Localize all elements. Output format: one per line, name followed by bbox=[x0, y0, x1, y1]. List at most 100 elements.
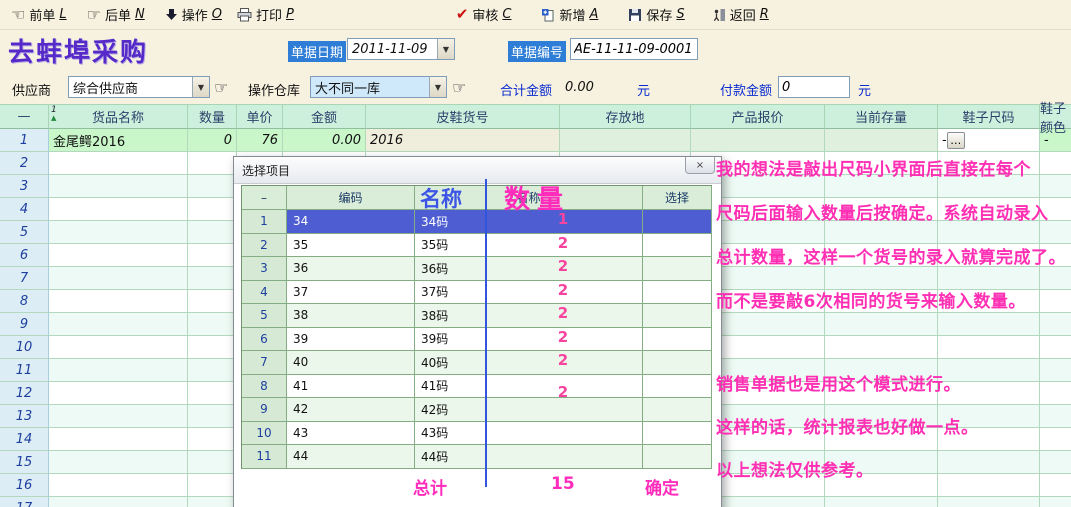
cell[interactable] bbox=[938, 244, 1040, 267]
cell[interactable] bbox=[49, 405, 188, 428]
dialog-column-header-2[interactable]: 名称 bbox=[415, 186, 643, 210]
dialog-cell-select[interactable] bbox=[643, 398, 712, 422]
dialog-row[interactable]: 94242码 bbox=[242, 398, 712, 422]
dialog-row[interactable]: 23535码 bbox=[242, 234, 712, 258]
cell[interactable] bbox=[938, 497, 1040, 507]
cell[interactable] bbox=[1040, 152, 1071, 175]
toolbar-button-down-arrow[interactable]: 操作O bbox=[162, 3, 225, 26]
cell[interactable] bbox=[825, 244, 938, 267]
cell[interactable] bbox=[188, 451, 237, 474]
dialog-row[interactable]: 74040码 bbox=[242, 351, 712, 375]
cell[interactable] bbox=[188, 244, 237, 267]
cell[interactable] bbox=[188, 198, 237, 221]
cell[interactable] bbox=[938, 152, 1040, 175]
dialog-row[interactable]: 104343码 bbox=[242, 422, 712, 446]
cell[interactable] bbox=[825, 267, 938, 290]
toolbar-button-return[interactable]: 返回R bbox=[709, 3, 772, 26]
cell[interactable] bbox=[1040, 451, 1071, 474]
cell[interactable] bbox=[825, 290, 938, 313]
column-header-4[interactable]: 金额 bbox=[283, 104, 366, 129]
dialog-cell-name[interactable]: 35码 bbox=[415, 234, 643, 258]
dialog-cell-code[interactable]: 38 bbox=[287, 304, 415, 328]
cell[interactable] bbox=[1040, 359, 1071, 382]
cell[interactable] bbox=[938, 405, 1040, 428]
dropdown-arrow-icon[interactable]: ▼ bbox=[429, 77, 446, 97]
dialog-cell-select[interactable] bbox=[643, 234, 712, 258]
dialog-cell-code[interactable]: 37 bbox=[287, 281, 415, 305]
cell[interactable] bbox=[825, 198, 938, 221]
cell[interactable] bbox=[1040, 267, 1071, 290]
cell-item-number[interactable]: 2016 bbox=[366, 129, 560, 152]
cell[interactable] bbox=[825, 497, 938, 507]
cell-amount[interactable]: 0.00 bbox=[283, 129, 366, 152]
cell[interactable] bbox=[825, 129, 938, 152]
dialog-titlebar[interactable]: 选择项目 bbox=[234, 157, 721, 184]
cell[interactable] bbox=[1040, 175, 1071, 198]
cell[interactable] bbox=[1040, 497, 1071, 507]
cell[interactable] bbox=[188, 428, 237, 451]
column-header-3[interactable]: 单价 bbox=[237, 104, 283, 129]
cell[interactable] bbox=[49, 290, 188, 313]
dialog-cell-name[interactable]: 38码 bbox=[415, 304, 643, 328]
cell-quantity[interactable]: 0 bbox=[188, 129, 237, 152]
cell[interactable] bbox=[188, 474, 237, 497]
dialog-cell-select[interactable] bbox=[643, 210, 712, 234]
cell[interactable] bbox=[825, 474, 938, 497]
dialog-cell-name[interactable]: 37码 bbox=[415, 281, 643, 305]
cell[interactable] bbox=[938, 267, 1040, 290]
cell[interactable] bbox=[825, 451, 938, 474]
column-header-2[interactable]: 数量 bbox=[188, 104, 237, 129]
cell[interactable] bbox=[938, 198, 1040, 221]
cell[interactable] bbox=[938, 175, 1040, 198]
cell[interactable] bbox=[188, 175, 237, 198]
dropdown-arrow-icon[interactable]: ▼ bbox=[437, 39, 454, 59]
dialog-cell-select[interactable] bbox=[643, 445, 712, 469]
cell[interactable] bbox=[1040, 405, 1071, 428]
cell[interactable] bbox=[188, 267, 237, 290]
toolbar-button-new-doc[interactable]: 新增A bbox=[538, 3, 601, 26]
supplier-combobox[interactable]: 综合供应商 ▼ bbox=[68, 76, 210, 98]
cell-unit-price[interactable]: 76 bbox=[237, 129, 283, 152]
dialog-cell-select[interactable] bbox=[643, 375, 712, 399]
cell[interactable] bbox=[825, 336, 938, 359]
dialog-cell-select[interactable] bbox=[643, 281, 712, 305]
cell[interactable] bbox=[49, 198, 188, 221]
dialog-cell-name[interactable]: 40码 bbox=[415, 351, 643, 375]
cell[interactable] bbox=[49, 313, 188, 336]
column-header-7[interactable]: 产品报价 bbox=[691, 104, 825, 129]
toolbar-button-hand-right[interactable]: ☞后单N bbox=[84, 3, 148, 26]
toolbar-button-printer[interactable]: 打印P bbox=[234, 3, 297, 26]
cell[interactable] bbox=[938, 359, 1040, 382]
cell[interactable] bbox=[938, 336, 1040, 359]
cell[interactable] bbox=[49, 244, 188, 267]
column-header-9[interactable]: 鞋子尺码 bbox=[938, 104, 1040, 129]
cell[interactable] bbox=[560, 129, 691, 152]
dialog-cell-code[interactable]: 39 bbox=[287, 328, 415, 352]
column-header-0[interactable]: — bbox=[0, 104, 49, 129]
cell[interactable] bbox=[825, 359, 938, 382]
dialog-cell-select[interactable] bbox=[643, 304, 712, 328]
cell[interactable] bbox=[825, 175, 938, 198]
cell[interactable] bbox=[825, 313, 938, 336]
cell[interactable] bbox=[825, 428, 938, 451]
column-header-5[interactable]: 皮鞋货号 bbox=[366, 104, 560, 129]
dialog-cell-select[interactable] bbox=[643, 257, 712, 281]
cell[interactable] bbox=[1040, 244, 1071, 267]
dialog-cell-code[interactable]: 40 bbox=[287, 351, 415, 375]
cell[interactable] bbox=[49, 497, 188, 507]
cell[interactable] bbox=[49, 267, 188, 290]
cell[interactable] bbox=[1040, 336, 1071, 359]
cell[interactable] bbox=[188, 290, 237, 313]
cell[interactable] bbox=[49, 336, 188, 359]
dialog-cell-code[interactable]: 43 bbox=[287, 422, 415, 446]
column-header-1[interactable]: 1▲货品名称 bbox=[49, 104, 188, 129]
cell[interactable] bbox=[825, 382, 938, 405]
cell[interactable] bbox=[938, 428, 1040, 451]
cell[interactable] bbox=[938, 474, 1040, 497]
ellipsis-button[interactable]: … bbox=[947, 132, 965, 149]
dialog-cell-code[interactable]: 34 bbox=[287, 210, 415, 234]
dialog-cell-name[interactable]: 44码 bbox=[415, 445, 643, 469]
cell[interactable] bbox=[188, 382, 237, 405]
toolbar-button-save[interactable]: 保存S bbox=[625, 3, 687, 26]
cell[interactable] bbox=[49, 152, 188, 175]
